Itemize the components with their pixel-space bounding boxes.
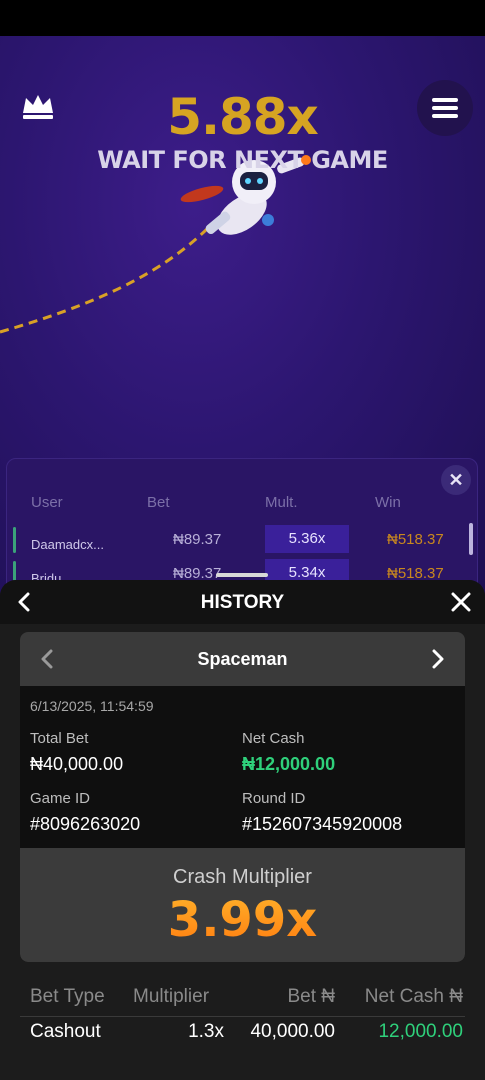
game-name: Spaceman: [197, 649, 288, 669]
crash-multiplier-label: Crash Multiplier: [173, 866, 312, 888]
next-round-button[interactable]: [425, 645, 451, 673]
header-bet: Bet ₦: [287, 986, 335, 1007]
header-bet-type: Bet Type: [30, 986, 105, 1007]
players-header: User Bet Mult. Win: [7, 494, 477, 514]
header-bet: Bet: [147, 494, 170, 511]
total-bet-value: ₦40,000.00: [30, 754, 124, 774]
close-button[interactable]: [447, 588, 475, 616]
history-title: HISTORY: [200, 592, 285, 613]
players-panel: ✕ User Bet Mult. Win Daamadcx... ₦89.37 …: [6, 458, 478, 598]
header-mult: Mult.: [265, 494, 298, 511]
close-icon: [451, 592, 471, 612]
crash-multiplier-value: 3.99x: [20, 892, 465, 948]
game-nav: Spaceman: [20, 632, 465, 686]
player-row: Daamadcx... ₦89.37 5.36x ₦518.37: [7, 525, 477, 555]
player-bet: ₦89.37: [173, 531, 222, 548]
round-id-label: Round ID: [242, 790, 306, 807]
players-close-button[interactable]: ✕: [441, 465, 471, 495]
chevron-right-icon: [432, 649, 444, 669]
player-name: Daamadcx...: [31, 537, 104, 552]
row-net-cash: 12,000.00: [378, 1021, 463, 1042]
header-multiplier: Multiplier: [133, 986, 210, 1007]
bets-table: Bet Type Multiplier Bet ₦ Net Cash ₦ Cas…: [20, 986, 465, 1051]
row-bet: 40,000.00: [250, 1021, 335, 1042]
row-bet-type: Cashout: [30, 1021, 101, 1042]
player-row-indicator: [13, 527, 16, 553]
sheet-drag-handle[interactable]: [216, 573, 268, 577]
table-row: Cashout 1.3x 40,000.00 12,000.00: [20, 1017, 465, 1051]
net-cash-label: Net Cash: [242, 730, 305, 747]
round-id-value: #152607345920008: [242, 814, 403, 834]
game-id-label: Game ID: [30, 790, 91, 807]
history-sheet: HISTORY Spaceman 6/13/2025, 11:54:59 Tot…: [0, 580, 485, 1080]
header-user: User: [31, 494, 63, 511]
current-multiplier: 5.88x: [167, 88, 319, 146]
round-date: 6/13/2025, 11:54:59: [30, 698, 154, 714]
header-net-cash: Net Cash ₦: [364, 986, 463, 1007]
player-win: ₦518.37: [387, 531, 444, 548]
net-cash-value: ₦12,000.00: [242, 754, 336, 774]
bets-table-header: Bet Type Multiplier Bet ₦ Net Cash ₦: [20, 986, 465, 1012]
player-mult: 5.36x: [265, 525, 349, 553]
history-header: HISTORY: [0, 580, 485, 624]
total-bet-label: Total Bet: [30, 730, 89, 747]
game-id-value: #8096263020: [30, 814, 141, 834]
crash-multiplier-box: Crash Multiplier 3.99x: [20, 848, 465, 962]
header-win: Win: [375, 494, 401, 511]
round-details-card: Spaceman 6/13/2025, 11:54:59 Total Bet ₦…: [20, 632, 465, 962]
menu-button[interactable]: [417, 80, 473, 136]
players-scrollbar[interactable]: [469, 523, 473, 555]
status-bar: [0, 0, 485, 36]
game-status-text: WAIT FOR NEXT GAME: [97, 146, 388, 174]
hamburger-menu-icon: [432, 98, 458, 118]
row-multiplier: 1.3x: [188, 1021, 224, 1042]
